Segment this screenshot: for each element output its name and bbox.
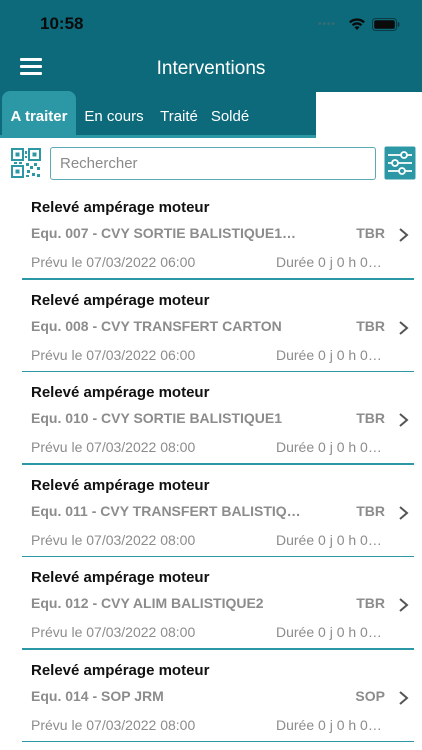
status-bar: 10:58 •••• bbox=[0, 0, 422, 46]
intervention-code: TBR bbox=[356, 317, 385, 334]
intervention-title: Relevé ampérage moteur bbox=[31, 199, 210, 216]
intervention-title: Relevé ampérage moteur bbox=[31, 291, 210, 309]
list-item[interactable]: Relevé ampérage moteur Equ. 014 - SOP JR… bbox=[0, 650, 422, 742]
intervention-equipment: Equ. 012 - CVY ALIM BALISTIQUE2 bbox=[31, 595, 264, 611]
cellular-signal-icon: •••• bbox=[317, 18, 336, 30]
intervention-duration: Durée 0 j 0 h 0… bbox=[276, 624, 382, 640]
chevron-right-icon bbox=[399, 320, 409, 335]
intervention-title: Relevé ampérage moteur bbox=[31, 569, 210, 586]
intervention-code: TBR bbox=[356, 502, 385, 519]
interventions-list: Relevé ampérage moteur Equ. 007 - CVY SO… bbox=[0, 187, 422, 742]
tab-underline bbox=[0, 135, 316, 138]
search-row bbox=[0, 146, 422, 182]
list-item[interactable]: Relevé ampérage moteur Equ. 010 - CVY SO… bbox=[0, 372, 422, 465]
intervention-title: Relevé ampérage moteur bbox=[31, 661, 210, 679]
intervention-date: Prévu le 07/03/2022 08:00 bbox=[31, 716, 196, 733]
intervention-code: TBR bbox=[356, 595, 385, 611]
list-item[interactable]: Relevé ampérage moteur Equ. 007 - CVY SO… bbox=[0, 187, 422, 280]
intervention-code: SOP bbox=[355, 687, 385, 704]
intervention-duration: Durée 0 j 0 h 0… bbox=[276, 254, 382, 270]
intervention-code: TBR bbox=[356, 410, 385, 426]
intervention-date: Prévu le 07/03/2022 06:00 bbox=[31, 346, 196, 363]
chevron-right-icon bbox=[399, 598, 409, 612]
tab-a-traiter[interactable]: A traiter bbox=[2, 91, 76, 137]
row-divider bbox=[22, 740, 414, 742]
intervention-equipment: Equ. 014 - SOP JRM bbox=[31, 687, 164, 704]
intervention-equipment: Equ. 010 - CVY SORTIE BALISTIQUE1 bbox=[31, 410, 283, 426]
intervention-title: Relevé ampérage moteur bbox=[31, 384, 210, 401]
battery-icon bbox=[372, 17, 400, 31]
intervention-duration: Durée 0 j 0 h 0… bbox=[276, 346, 382, 363]
chevron-right-icon bbox=[399, 505, 409, 520]
chevron-right-icon bbox=[399, 228, 409, 242]
intervention-date: Prévu le 07/03/2022 08:00 bbox=[31, 531, 196, 548]
intervention-equipment: Equ. 007 - CVY SORTIE BALISTIQUE1… bbox=[31, 225, 297, 241]
intervention-code: TBR bbox=[356, 225, 385, 241]
status-time: 10:58 bbox=[40, 14, 84, 33]
intervention-date: Prévu le 07/03/2022 08:00 bbox=[31, 439, 196, 455]
intervention-date: Prévu le 07/03/2022 08:00 bbox=[31, 624, 196, 640]
intervention-title: Relevé ampérage moteur bbox=[31, 476, 210, 494]
list-item[interactable]: Relevé ampérage moteur Equ. 012 - CVY AL… bbox=[0, 557, 422, 650]
app-header: 10:58 •••• Interventions bbox=[0, 0, 422, 92]
tab-bar: A traiter En cours Traité Soldé bbox=[0, 91, 316, 137]
tab-traite[interactable]: Traité bbox=[155, 91, 203, 137]
intervention-equipment: Equ. 008 - CVY TRANSFERT CARTON bbox=[31, 317, 282, 334]
wifi-icon bbox=[349, 18, 365, 30]
intervention-date: Prévu le 07/03/2022 06:00 bbox=[31, 254, 196, 270]
intervention-duration: Durée 0 j 0 h 0… bbox=[276, 716, 382, 733]
tab-en-cours[interactable]: En cours bbox=[80, 91, 148, 137]
sliders-filter-icon[interactable] bbox=[384, 146, 416, 180]
intervention-equipment: Equ. 011 - CVY TRANSFERT BALISTIQ… bbox=[31, 502, 301, 519]
list-item[interactable]: Relevé ampérage moteur Equ. 008 - CVY TR… bbox=[0, 280, 422, 372]
chevron-right-icon bbox=[399, 690, 409, 705]
intervention-duration: Durée 0 j 0 h 0… bbox=[276, 531, 382, 548]
qr-code-icon[interactable] bbox=[10, 147, 42, 179]
list-item[interactable]: Relevé ampérage moteur Equ. 011 - CVY TR… bbox=[0, 465, 422, 557]
status-icons: •••• bbox=[318, 14, 400, 34]
search-input[interactable] bbox=[50, 147, 376, 180]
page-title: Interventions bbox=[156, 58, 266, 79]
intervention-duration: Durée 0 j 0 h 0… bbox=[276, 439, 382, 455]
chevron-right-icon bbox=[399, 413, 409, 427]
tab-solde[interactable]: Soldé bbox=[207, 91, 253, 137]
